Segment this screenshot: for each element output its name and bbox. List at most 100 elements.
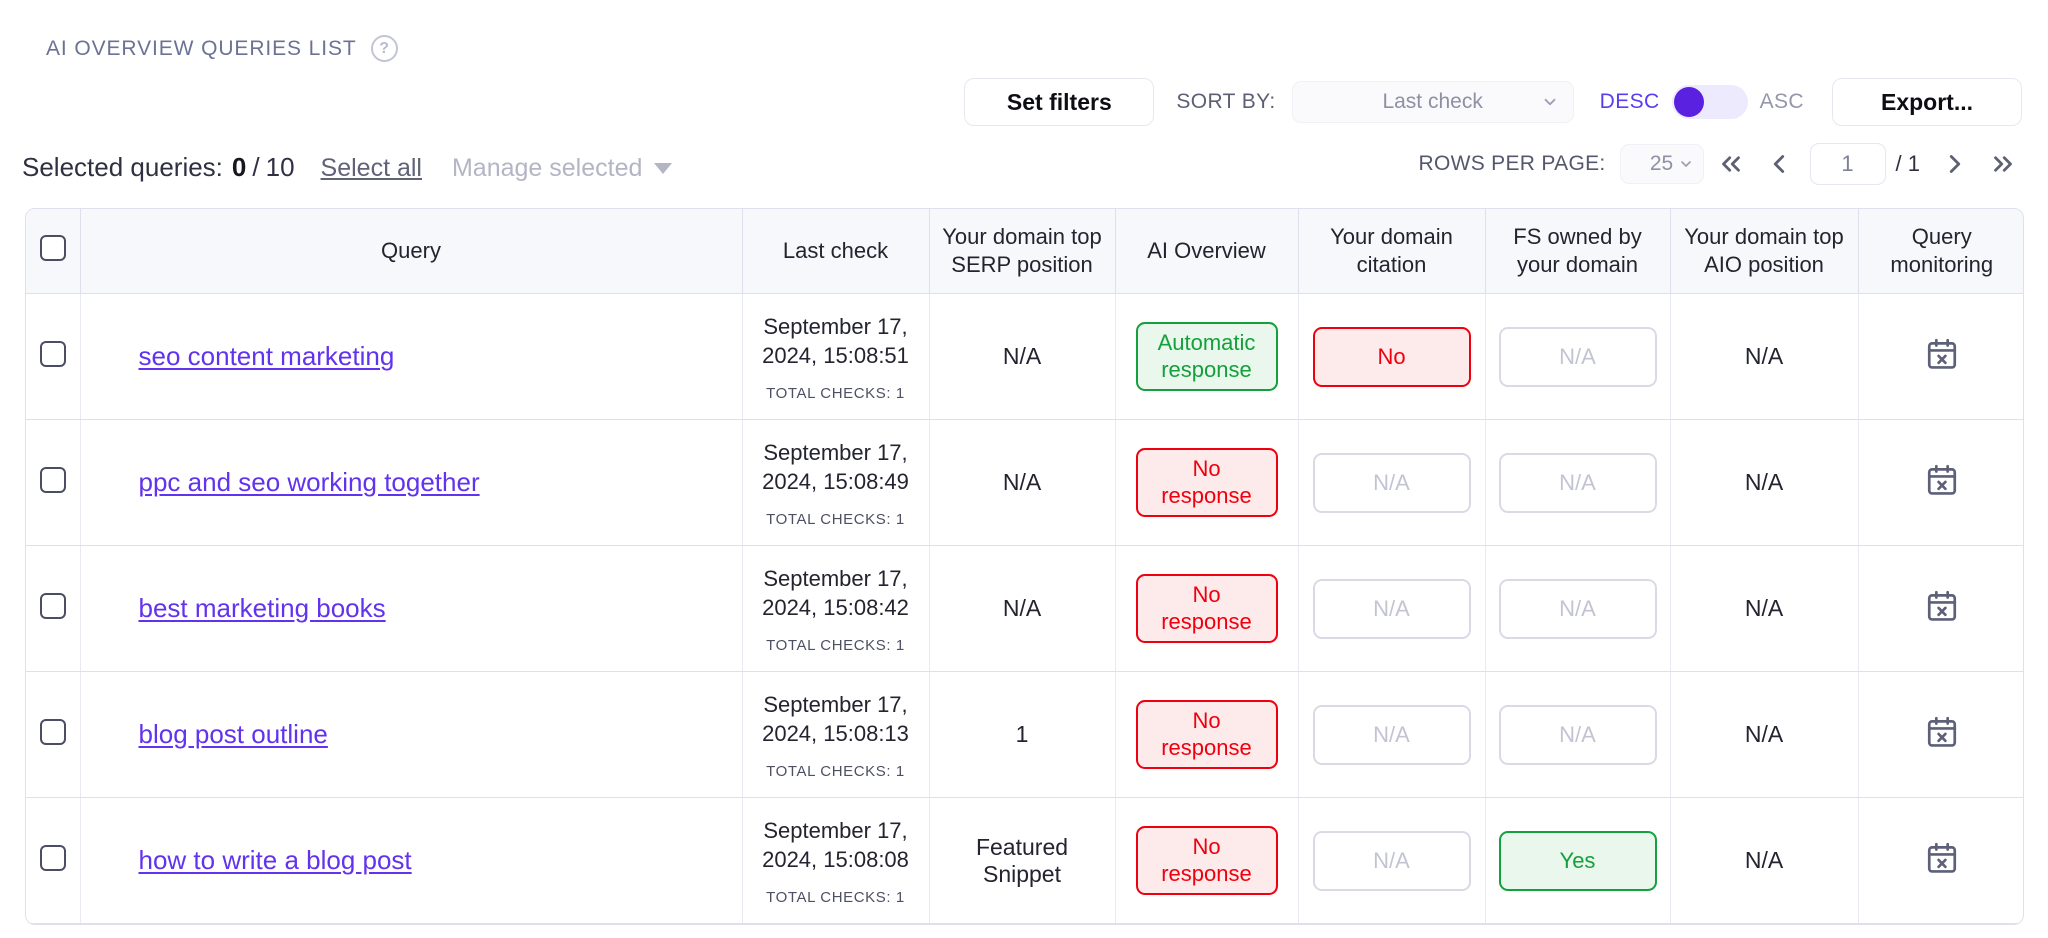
fs-owned-cell: N/A xyxy=(1485,294,1670,420)
page-total-label: / 1 xyxy=(1896,151,1920,177)
header-aio-position[interactable]: Your domain top AIO position xyxy=(1670,209,1858,294)
row-select-checkbox[interactable] xyxy=(40,467,66,493)
header-serp-position[interactable]: Your domain top SERP position xyxy=(929,209,1115,294)
query-monitoring-cell xyxy=(1858,420,2024,546)
fs-owned-badge[interactable]: N/A xyxy=(1499,579,1657,639)
domain-citation-badge[interactable]: No xyxy=(1313,327,1471,387)
domain-citation-badge[interactable]: N/A xyxy=(1313,453,1471,513)
query-cell: ppc and seo working together xyxy=(80,420,742,546)
row-select-checkbox[interactable] xyxy=(40,341,66,367)
total-checks-label: TOTAL CHECKS: 1 xyxy=(749,763,923,780)
aio-position-cell: N/A xyxy=(1670,546,1858,672)
calendar-x-icon[interactable] xyxy=(1925,463,1959,497)
ai-overview-badge[interactable]: No response xyxy=(1136,574,1278,643)
export-button[interactable]: Export... xyxy=(1832,78,2022,126)
query-link[interactable]: how to write a blog post xyxy=(139,845,412,875)
ai-overview-badge[interactable]: Automatic response xyxy=(1136,322,1278,391)
header-query[interactable]: Query xyxy=(80,209,742,294)
set-filters-button[interactable]: Set filters xyxy=(964,78,1154,126)
fs-owned-badge[interactable]: N/A xyxy=(1499,327,1657,387)
table-row: blog post outline September 17, 2024, 15:… xyxy=(26,672,2024,798)
query-link[interactable]: ppc and seo working together xyxy=(139,467,480,497)
ai-overview-badge[interactable]: No response xyxy=(1136,700,1278,769)
domain-citation-cell: N/A xyxy=(1298,798,1485,924)
selected-queries-label: Selected queries: xyxy=(22,152,223,183)
sort-desc-label[interactable]: DESC xyxy=(1600,90,1660,114)
next-page-button[interactable] xyxy=(1934,143,1976,185)
sort-asc-label[interactable]: ASC xyxy=(1760,90,1804,114)
fs-owned-cell: N/A xyxy=(1485,420,1670,546)
header-domain-citation[interactable]: Your domain citation xyxy=(1298,209,1485,294)
table-row: how to write a blog post September 17, 20… xyxy=(26,798,2024,924)
calendar-x-icon[interactable] xyxy=(1925,715,1959,749)
header-query-monitoring[interactable]: Query monitoring xyxy=(1858,209,2024,294)
previous-page-button[interactable] xyxy=(1758,143,1800,185)
last-check-cell: September 17, 2024, 15:08:13 TOTAL CHECKS… xyxy=(742,672,929,798)
last-page-button[interactable] xyxy=(1982,143,2024,185)
first-page-button[interactable] xyxy=(1710,143,1752,185)
row-select-checkbox[interactable] xyxy=(40,845,66,871)
select-all-checkbox[interactable] xyxy=(40,235,66,261)
fs-owned-cell: N/A xyxy=(1485,672,1670,798)
fs-owned-badge[interactable]: N/A xyxy=(1499,705,1657,765)
query-link[interactable]: best marketing books xyxy=(139,593,386,623)
select-all-link[interactable]: Select all xyxy=(321,154,422,183)
domain-citation-badge[interactable]: N/A xyxy=(1313,579,1471,639)
domain-citation-cell: N/A xyxy=(1298,546,1485,672)
domain-citation-badge[interactable]: N/A xyxy=(1313,705,1471,765)
last-check-date: September 17, 2024, 15:08:08 xyxy=(749,816,923,875)
calendar-x-icon[interactable] xyxy=(1925,841,1959,875)
header-ai-overview[interactable]: AI Overview xyxy=(1115,209,1298,294)
rows-per-page-select[interactable]: 25 xyxy=(1620,144,1704,184)
row-select-checkbox[interactable] xyxy=(40,719,66,745)
manage-selected-dropdown[interactable]: Manage selected xyxy=(452,154,672,183)
ai-overview-cell: Automatic response xyxy=(1115,294,1298,420)
serp-position-cell: Featured Snippet xyxy=(929,798,1115,924)
header-fs-owned[interactable]: FS owned by your domain xyxy=(1485,209,1670,294)
sort-by-select[interactable]: Last check xyxy=(1292,81,1574,123)
sort-direction-toggle[interactable] xyxy=(1672,85,1748,119)
selection-separator: / xyxy=(252,152,259,183)
aio-position-cell: N/A xyxy=(1670,798,1858,924)
selection-total: 10 xyxy=(266,152,295,183)
sort-by-value: Last check xyxy=(1382,90,1482,114)
toolbar: Set filters SORT BY: Last check DESC ASC… xyxy=(964,78,2022,126)
row-checkbox-cell xyxy=(26,672,80,798)
query-link[interactable]: seo content marketing xyxy=(139,341,395,371)
calendar-x-icon[interactable] xyxy=(1925,337,1959,371)
domain-citation-cell: N/A xyxy=(1298,420,1485,546)
ai-overview-cell: No response xyxy=(1115,420,1298,546)
row-select-checkbox[interactable] xyxy=(40,593,66,619)
header-last-check[interactable]: Last check xyxy=(742,209,929,294)
calendar-x-icon[interactable] xyxy=(1925,589,1959,623)
last-check-date: September 17, 2024, 15:08:49 xyxy=(749,438,923,497)
domain-citation-cell: N/A xyxy=(1298,672,1485,798)
fs-owned-badge[interactable]: Yes xyxy=(1499,831,1657,891)
ai-overview-cell: No response xyxy=(1115,798,1298,924)
page-number-input[interactable]: 1 xyxy=(1810,143,1886,185)
domain-citation-badge[interactable]: N/A xyxy=(1313,831,1471,891)
fs-owned-cell: Yes xyxy=(1485,798,1670,924)
ai-overview-badge[interactable]: No response xyxy=(1136,826,1278,895)
table-header-row: Query Last check Your domain top SERP po… xyxy=(26,209,2024,294)
total-checks-label: TOTAL CHECKS: 1 xyxy=(749,889,923,906)
table-row: ppc and seo working together September 17… xyxy=(26,420,2024,546)
row-checkbox-cell xyxy=(26,546,80,672)
question-mark-icon[interactable]: ? xyxy=(371,35,398,62)
rows-per-page-value: 25 xyxy=(1650,152,1673,176)
last-check-date: September 17, 2024, 15:08:51 xyxy=(749,312,923,371)
header-select-all-checkbox-cell xyxy=(26,209,80,294)
fs-owned-badge[interactable]: N/A xyxy=(1499,453,1657,513)
sort-direction-toggle-group: DESC ASC xyxy=(1600,85,1804,119)
query-link[interactable]: blog post outline xyxy=(139,719,328,749)
total-checks-label: TOTAL CHECKS: 1 xyxy=(749,385,923,402)
card-header: AI OVERVIEW QUERIES LIST ? xyxy=(46,35,398,62)
serp-position-cell: N/A xyxy=(929,420,1115,546)
last-check-date: September 17, 2024, 15:08:13 xyxy=(749,690,923,749)
last-check-cell: September 17, 2024, 15:08:49TOTAL CHECKS… xyxy=(742,420,929,546)
ai-overview-badge[interactable]: No response xyxy=(1136,448,1278,517)
query-cell: blog post outline xyxy=(80,672,742,798)
page-title: AI OVERVIEW QUERIES LIST xyxy=(46,37,357,61)
last-check-cell: September 17, 2024, 15:08:51 TOTAL CHECKS… xyxy=(742,294,929,420)
sort-by-label: SORT BY: xyxy=(1176,90,1275,114)
